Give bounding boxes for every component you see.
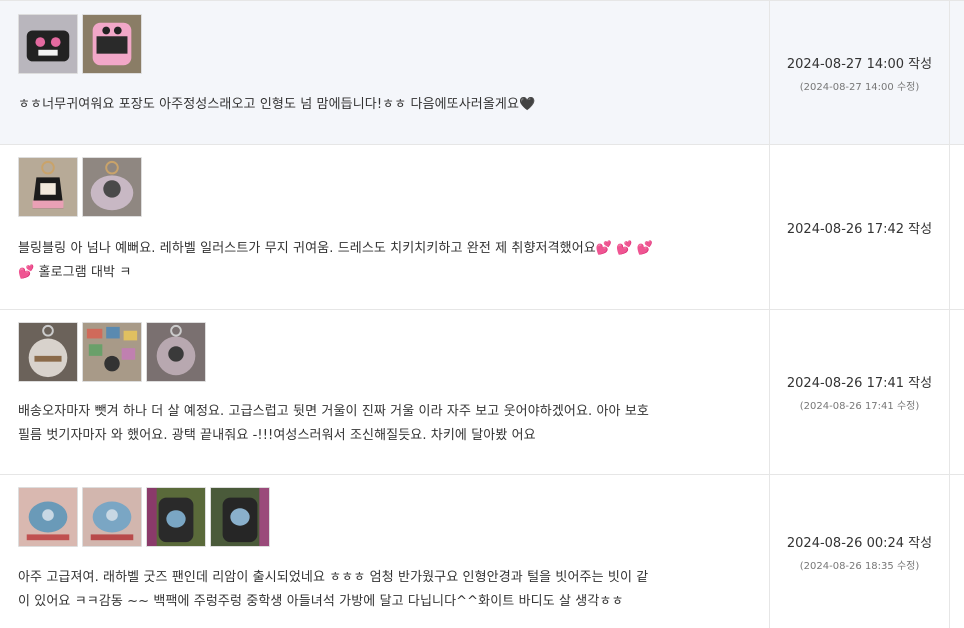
review-photos [18,14,142,74]
review-photo-thumbnail[interactable] [18,157,78,217]
review-date: 2024-08-26 17:42 작성 [786,221,933,237]
review-photo-thumbnail[interactable] [82,487,142,547]
review-photos [18,157,142,217]
review-edited-date: (2024-08-26 17:41 수정) [799,401,920,412]
review-photo-thumbnail[interactable] [18,322,78,382]
review-photos [18,322,206,382]
review-text: 아주 고급져여. 래하벨 굿즈 팬인데 리암이 출시되었네요 ㅎㅎㅎ 엄청 반가… [18,570,649,609]
review-content-cell: ㅎㅎ너무귀여워요 포장도 아주정성스래오고 인형도 넘 맘에듭니다!ㅎㅎ 다음에… [0,1,769,144]
row-extra-cell [949,1,964,144]
review-photo-thumbnail[interactable] [18,487,78,547]
row-extra-cell [949,145,964,309]
review-content-cell: 아주 고급져여. 래하벨 굿즈 팬인데 리암이 출시되었네요 ㅎㅎㅎ 엄청 반가… [0,475,769,628]
review-text: 블링블링 아 넘나 예뻐요. 레하벨 일러스트가 무지 귀여움. 드레스도 치키… [18,241,654,280]
review-row: 블링블링 아 넘나 예뻐요. 레하벨 일러스트가 무지 귀여움. 드레스도 치키… [0,144,964,309]
review-list: ㅎㅎ너무귀여워요 포장도 아주정성스래오고 인형도 넘 맘에듭니다!ㅎㅎ 다음에… [0,0,964,628]
review-date-cell: 2024-08-26 00:24 작성 (2024-08-26 18:35 수정… [769,475,949,628]
review-photo-thumbnail[interactable] [82,14,142,74]
row-extra-cell [949,475,964,628]
review-text: ㅎㅎ너무귀여워요 포장도 아주정성스래오고 인형도 넘 맘에듭니다!ㅎㅎ 다음에… [18,97,536,112]
row-extra-cell [949,310,964,474]
review-content-cell: 블링블링 아 넘나 예뻐요. 레하벨 일러스트가 무지 귀여움. 드레스도 치키… [0,145,769,309]
review-row: 아주 고급져여. 래하벨 굿즈 팬인데 리암이 출시되었네요 ㅎㅎㅎ 엄청 반가… [0,474,964,628]
review-date-cell: 2024-08-26 17:41 작성 (2024-08-26 17:41 수정… [769,310,949,474]
review-date: 2024-08-26 17:41 작성 [786,376,933,391]
review-row: ㅎㅎ너무귀여워요 포장도 아주정성스래오고 인형도 넘 맘에듭니다!ㅎㅎ 다음에… [0,0,964,144]
review-edited-date: (2024-08-27 14:00 수정) [799,81,920,93]
review-photo-thumbnail[interactable] [18,14,78,74]
review-date-cell: 2024-08-27 14:00 작성 (2024-08-27 14:00 수정… [769,1,949,144]
review-photo-thumbnail[interactable] [146,487,206,547]
review-date: 2024-08-26 00:24 작성 [786,535,933,551]
review-text: 배송오자마자 뺏겨 하나 더 살 예정요. 고급스럽고 뒷면 거울이 진짜 거울… [18,404,649,443]
review-photos [18,487,270,547]
review-photo-thumbnail[interactable] [82,322,142,382]
review-row: 배송오자마자 뺏겨 하나 더 살 예정요. 고급스럽고 뒷면 거울이 진짜 거울… [0,309,964,474]
review-photo-thumbnail[interactable] [82,157,142,217]
review-photo-thumbnail[interactable] [210,487,270,547]
review-date: 2024-08-27 14:00 작성 [786,56,933,72]
review-date-cell: 2024-08-26 17:42 작성 [769,145,949,309]
review-edited-date: (2024-08-26 18:35 수정) [799,560,920,572]
review-content-cell: 배송오자마자 뺏겨 하나 더 살 예정요. 고급스럽고 뒷면 거울이 진짜 거울… [0,310,769,474]
review-photo-thumbnail[interactable] [146,322,206,382]
